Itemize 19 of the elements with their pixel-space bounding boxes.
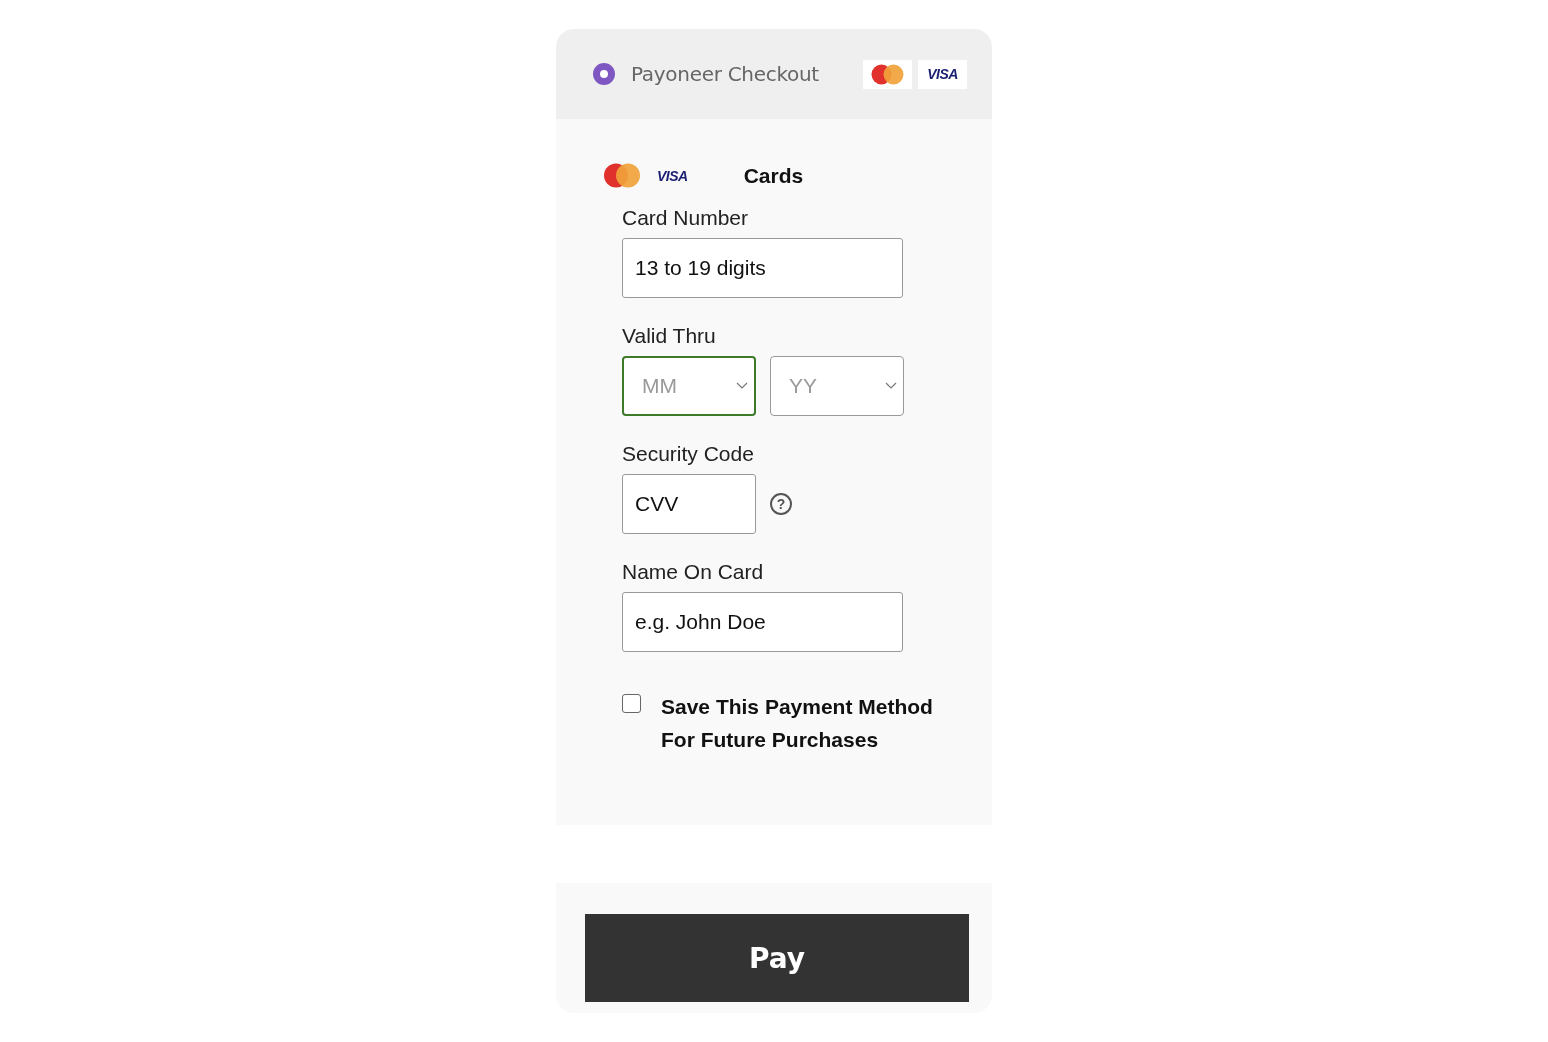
field-label: Card Number xyxy=(622,206,750,230)
chevron-down-icon xyxy=(885,382,897,390)
visa-logo: VISA xyxy=(918,59,967,89)
field-label: Valid Thru xyxy=(622,324,717,348)
chevron-down-icon xyxy=(736,382,748,390)
checkbox-label: Save This Payment Method For Future Purchases xyxy=(661,694,934,753)
help-icon[interactable]: ? xyxy=(770,493,792,515)
field-label: Security Code xyxy=(622,442,755,466)
section-title: Cards xyxy=(743,163,804,188)
field-label: Name On Card xyxy=(622,560,765,584)
payment-option-title: Payoneer Checkout xyxy=(631,62,820,86)
input-field[interactable]: 13 to 19 digits xyxy=(622,238,903,298)
radio-button[interactable] xyxy=(593,63,615,85)
input-field[interactable]: e.g. John Doe xyxy=(622,592,903,652)
mastercard-logo-icon xyxy=(863,59,912,89)
pay-button[interactable]: Pay xyxy=(585,914,969,1002)
input-field[interactable]: CVV xyxy=(622,474,756,534)
visa-logo: VISA xyxy=(657,167,688,184)
checkbox[interactable] xyxy=(622,694,641,713)
